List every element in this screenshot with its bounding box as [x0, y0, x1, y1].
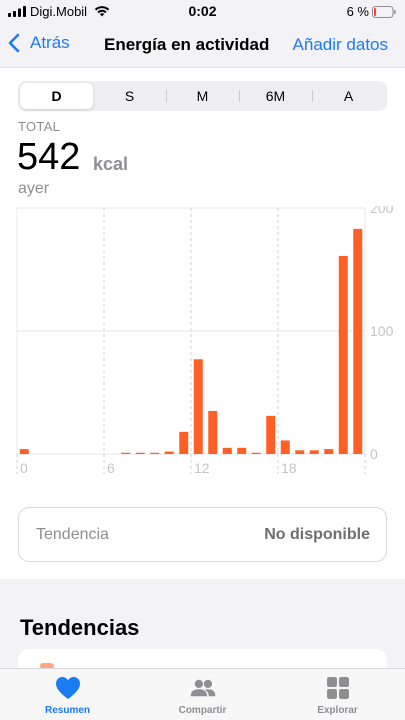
- segment-week[interactable]: S: [93, 83, 166, 109]
- bar-hour-19: [295, 450, 305, 454]
- x-tick-label: 0: [20, 460, 28, 476]
- trend-card[interactable]: Tendencia No disponible: [18, 507, 387, 562]
- wifi-icon: [94, 6, 110, 17]
- page-title: Energía en actividad: [104, 35, 270, 54]
- bar-hour-23: [353, 228, 363, 454]
- bar-hour-10: [164, 451, 174, 454]
- chevron-left-icon: [8, 33, 20, 53]
- trend-value: No disponible: [264, 526, 370, 543]
- bar-hour-9: [150, 452, 160, 454]
- total-value: 542: [17, 136, 81, 178]
- total-label: TOTAL: [18, 119, 61, 134]
- bar-hour-20: [309, 450, 319, 454]
- status-bar: Digi.Mobil 0:02 6 %: [0, 0, 405, 22]
- trend-label: Tendencia: [36, 526, 109, 543]
- battery-icon: [372, 6, 396, 18]
- bar-hour-18: [280, 440, 290, 454]
- total-date: ayer: [18, 180, 50, 197]
- bar-hour-13: [208, 410, 218, 454]
- total-unit: kcal: [93, 154, 129, 174]
- tab-summary[interactable]: Resumen: [0, 669, 135, 720]
- segment-month[interactable]: M: [166, 83, 239, 109]
- tab-share-label: Compartir: [178, 705, 227, 716]
- segment-six-months[interactable]: 6M: [239, 83, 312, 109]
- trends-section: Tendencias: [0, 579, 405, 679]
- people-icon: [190, 679, 215, 697]
- x-tick-label: 12: [194, 460, 210, 476]
- y-tick-label: 0: [370, 446, 378, 462]
- back-button-label: Atrás: [30, 33, 70, 52]
- x-tick-label: 18: [281, 460, 297, 476]
- tab-summary-label: Resumen: [44, 705, 90, 716]
- tab-share[interactable]: Compartir: [135, 669, 270, 720]
- back-button[interactable]: Atrás: [8, 33, 70, 53]
- segment-year[interactable]: A: [312, 83, 385, 109]
- x-tick-label: 6: [107, 460, 115, 476]
- y-tick-label: 200: [370, 206, 394, 216]
- bar-hour-7: [121, 452, 131, 454]
- signal-strength-icon: [8, 6, 26, 17]
- bar-hour-14: [222, 447, 232, 454]
- grid-icon: [326, 677, 349, 699]
- bar-hour-21: [324, 449, 334, 454]
- add-data-button[interactable]: Añadir datos: [293, 35, 388, 55]
- y-tick-label: 100: [370, 323, 394, 339]
- bar-hour-16: [251, 452, 261, 454]
- segment-day[interactable]: D: [20, 83, 93, 109]
- time-range-picker: D S M 6M A: [18, 81, 387, 111]
- bar-hour-12: [193, 359, 203, 454]
- bar-hour-17: [266, 415, 276, 454]
- main-content: D S M 6M A TOTAL 542 kcal ayer 200 100 0 0 6…: [0, 68, 405, 579]
- bar-hour-15: [237, 447, 247, 454]
- trends-section-title: Tendencias: [20, 615, 140, 640]
- bar-hour-11: [179, 431, 189, 454]
- navigation-bar: Atrás Energía en actividad Añadir datos: [0, 22, 405, 68]
- energy-bar-chart[interactable]: 200 100 0 0 6 12 18: [0, 206, 405, 481]
- tab-explore[interactable]: Explorar: [270, 669, 405, 720]
- bar-hour-8: [135, 452, 145, 454]
- tab-explore-label: Explorar: [317, 705, 358, 716]
- carrier-name: Digi.Mobil: [30, 4, 88, 19]
- bar-hour-0: [19, 449, 29, 454]
- tab-bar: Resumen Compartir Explorar: [0, 668, 405, 720]
- bar-hour-22: [338, 255, 348, 454]
- heart-icon: [55, 677, 80, 699]
- battery-percentage: 6 %: [346, 4, 369, 19]
